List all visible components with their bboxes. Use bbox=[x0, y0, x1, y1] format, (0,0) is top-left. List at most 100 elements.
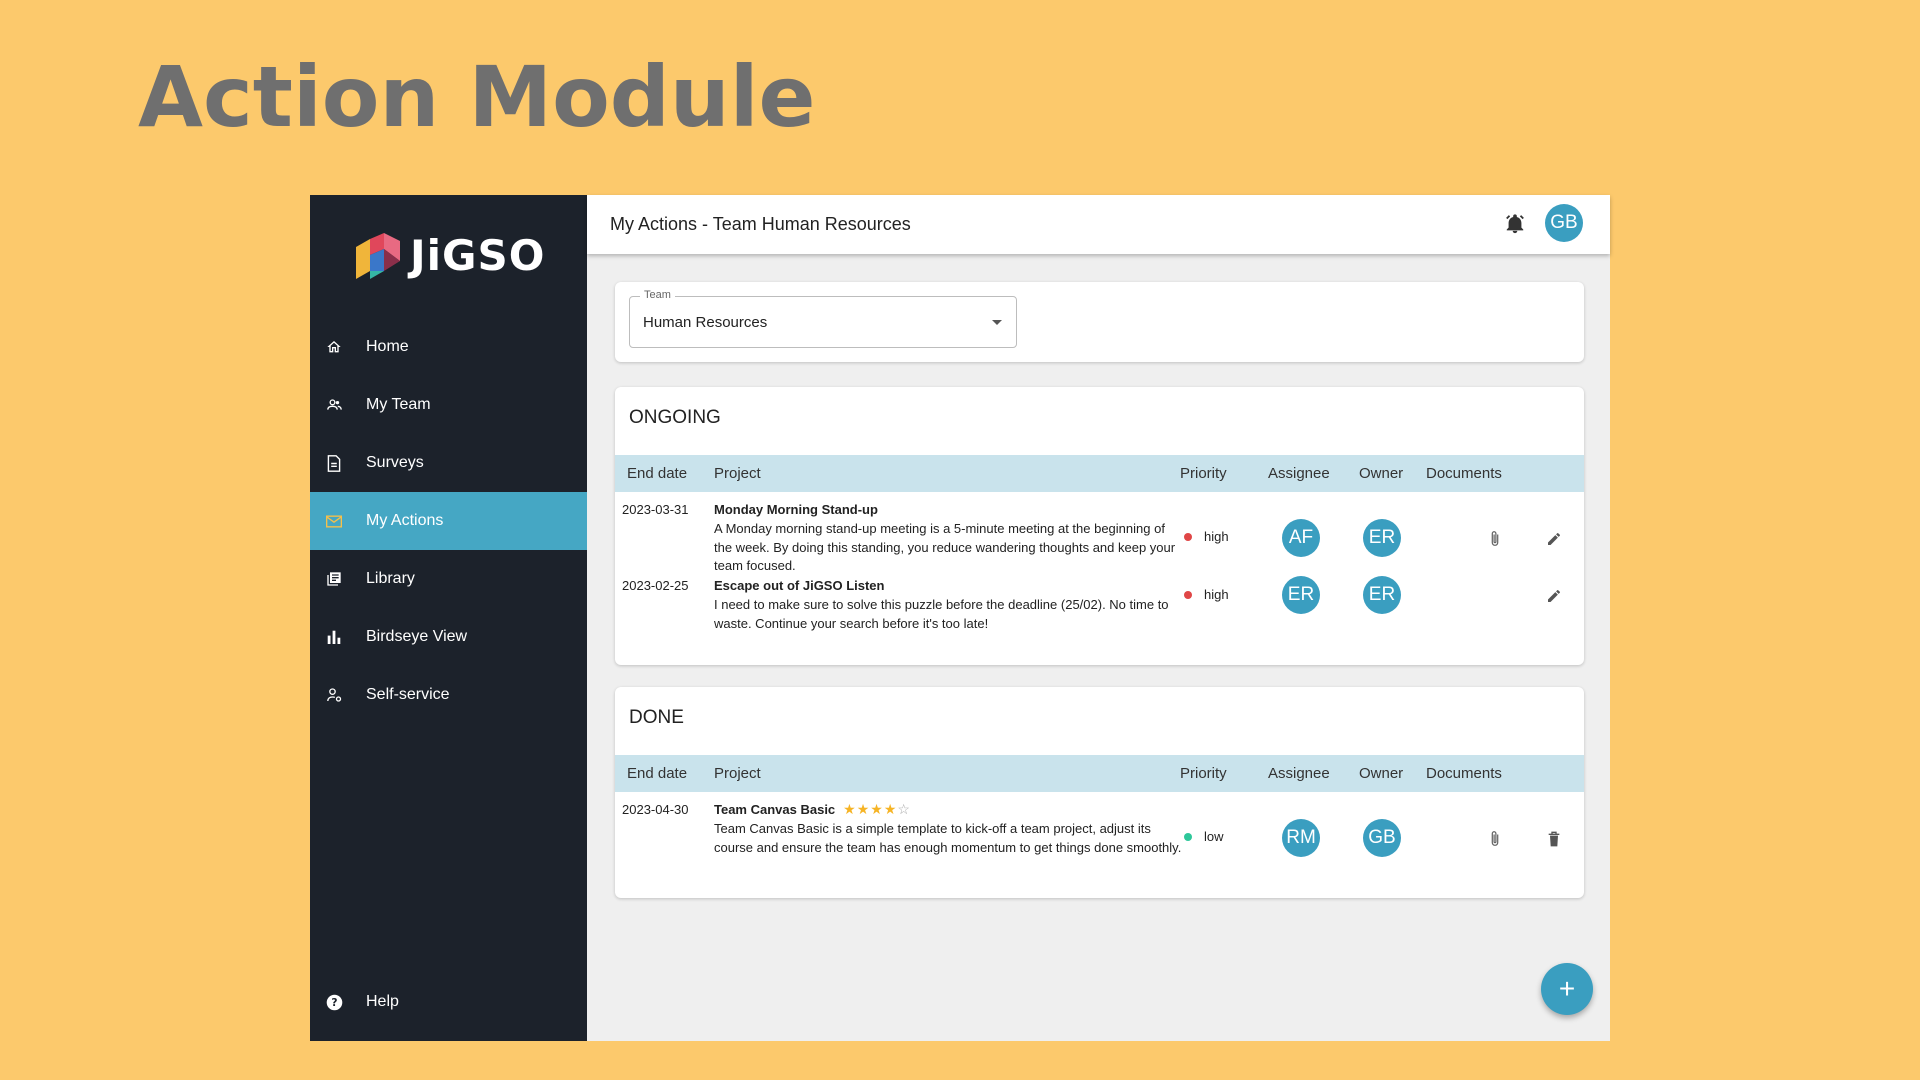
row-project-title: Team Canvas Basic ★ ★ ★ ★ ☆ bbox=[714, 801, 910, 818]
sidebar-item-birdseye-view[interactable]: Birdseye View bbox=[310, 608, 587, 666]
add-action-button[interactable]: + bbox=[1541, 963, 1593, 1015]
row-project-description: I need to make sure to solve this puzzle… bbox=[714, 597, 1169, 631]
edit-icon[interactable] bbox=[1546, 588, 1562, 609]
app-window: JiGSO Home My Team Surveys My Actions Li… bbox=[310, 195, 1610, 1041]
sidebar-item-label: My Team bbox=[366, 396, 431, 413]
table-row[interactable]: 2023-04-30 Team Canvas Basic ★ ★ ★ ★ ☆ T… bbox=[615, 792, 1584, 892]
attachment-icon[interactable] bbox=[1489, 830, 1501, 853]
column-header-owner[interactable]: Owner bbox=[1359, 765, 1403, 782]
row-project-name: Team Canvas Basic bbox=[714, 802, 836, 817]
logo[interactable]: JiGSO bbox=[356, 231, 545, 280]
library-icon bbox=[302, 571, 366, 587]
row-end-date: 2023-03-31 bbox=[622, 502, 689, 517]
attachment-icon[interactable] bbox=[1489, 530, 1501, 553]
star-filled-icon: ★ bbox=[843, 801, 856, 817]
priority-high-dot bbox=[1184, 590, 1192, 599]
team-select-label: Team bbox=[640, 289, 675, 301]
home-icon bbox=[302, 339, 366, 355]
sidebar-nav: Home My Team Surveys My Actions Library … bbox=[310, 318, 587, 724]
done-section: DONE End date Project Priority Assignee … bbox=[615, 687, 1584, 898]
row-end-date: 2023-02-25 bbox=[622, 578, 689, 593]
owner-avatar[interactable]: GB bbox=[1363, 819, 1401, 857]
row-project-description: Team Canvas Basic is a simple template t… bbox=[714, 821, 1182, 855]
row-project-name: Escape out of JiGSO Listen bbox=[714, 578, 885, 593]
column-header-end-date[interactable]: End date bbox=[627, 465, 687, 482]
column-header-project[interactable]: Project bbox=[714, 465, 761, 482]
column-header-priority[interactable]: Priority bbox=[1180, 765, 1227, 782]
sidebar-item-label: Birdseye View bbox=[366, 628, 468, 645]
edit-icon[interactable] bbox=[1546, 531, 1562, 552]
row-project-name: Monday Morning Stand-up bbox=[714, 502, 878, 517]
priority-high-dot bbox=[1184, 532, 1192, 541]
slide-title: Action Module bbox=[138, 48, 816, 146]
sidebar-item-help[interactable]: ? Help bbox=[310, 973, 587, 1031]
sidebar-item-library[interactable]: Library bbox=[310, 550, 587, 608]
owner-avatar[interactable]: ER bbox=[1363, 519, 1401, 557]
row-priority-label: low bbox=[1204, 829, 1224, 844]
rating-stars: ★ ★ ★ ★ ☆ bbox=[843, 801, 910, 818]
table-row[interactable]: 2023-02-25 Escape out of JiGSO Listen I … bbox=[615, 576, 1584, 648]
row-priority-label: high bbox=[1204, 587, 1229, 602]
bar-chart-icon bbox=[302, 630, 366, 644]
team-filter-card: Team Human Resources bbox=[615, 282, 1584, 362]
section-title: ONGOING bbox=[629, 407, 721, 428]
row-priority: low bbox=[1184, 829, 1224, 844]
column-header-documents[interactable]: Documents bbox=[1426, 465, 1502, 482]
page-title: My Actions - Team Human Resources bbox=[610, 214, 911, 234]
column-header-documents[interactable]: Documents bbox=[1426, 765, 1502, 782]
column-header-end-date[interactable]: End date bbox=[627, 765, 687, 782]
sidebar-item-label: Home bbox=[366, 338, 409, 355]
sidebar-item-surveys[interactable]: Surveys bbox=[310, 434, 587, 492]
star-filled-icon: ★ bbox=[856, 801, 870, 817]
sidebar-item-label: My Actions bbox=[366, 512, 444, 529]
column-header-owner[interactable]: Owner bbox=[1359, 465, 1403, 482]
mail-icon bbox=[302, 515, 366, 528]
section-title: DONE bbox=[629, 707, 684, 728]
row-priority: high bbox=[1184, 587, 1229, 602]
column-header-priority[interactable]: Priority bbox=[1180, 465, 1227, 482]
row-priority: high bbox=[1184, 529, 1229, 544]
star-filled-icon: ★ bbox=[883, 801, 897, 817]
star-filled-icon: ★ bbox=[870, 801, 883, 817]
row-end-date: 2023-04-30 bbox=[622, 802, 689, 817]
team-select-value: Human Resources bbox=[643, 314, 768, 331]
assignee-avatar[interactable]: AF bbox=[1282, 519, 1320, 557]
svg-text:?: ? bbox=[331, 996, 337, 1009]
table-header: End date Project Priority Assignee Owner… bbox=[615, 455, 1584, 492]
column-header-assignee[interactable]: Assignee bbox=[1268, 465, 1330, 482]
assignee-avatar[interactable]: RM bbox=[1282, 819, 1320, 857]
sidebar-item-label: Library bbox=[366, 570, 415, 587]
chevron-down-icon bbox=[992, 320, 1002, 325]
help-icon: ? bbox=[302, 994, 366, 1011]
delete-icon[interactable] bbox=[1547, 831, 1561, 852]
sidebar-item-my-actions[interactable]: My Actions bbox=[310, 492, 587, 550]
table-header: End date Project Priority Assignee Owner… bbox=[615, 755, 1584, 792]
sidebar-item-home[interactable]: Home bbox=[310, 318, 587, 376]
sidebar-item-my-team[interactable]: My Team bbox=[310, 376, 587, 434]
priority-low-dot bbox=[1184, 832, 1192, 841]
team-select[interactable]: Team Human Resources bbox=[629, 289, 1017, 348]
table-row[interactable]: 2023-03-31 Monday Morning Stand-up A Mon… bbox=[615, 492, 1584, 578]
team-icon bbox=[302, 397, 366, 413]
row-project-description: A Monday morning stand-up meeting is a 5… bbox=[714, 521, 1176, 573]
main-content: My Actions - Team Human Resources GB Tea… bbox=[587, 195, 1610, 1041]
top-bar: My Actions - Team Human Resources GB bbox=[587, 195, 1610, 254]
user-settings-icon bbox=[302, 687, 366, 703]
column-header-assignee[interactable]: Assignee bbox=[1268, 765, 1330, 782]
sidebar-item-self-service[interactable]: Self-service bbox=[310, 666, 587, 724]
sidebar: JiGSO Home My Team Surveys My Actions Li… bbox=[310, 195, 587, 1041]
document-icon bbox=[302, 454, 366, 472]
user-avatar[interactable]: GB bbox=[1545, 204, 1583, 242]
notification-bell-icon[interactable] bbox=[1504, 213, 1526, 240]
sidebar-item-label: Help bbox=[366, 993, 399, 1010]
assignee-avatar[interactable]: ER bbox=[1282, 576, 1320, 614]
logo-text: JiGSO bbox=[410, 231, 546, 280]
column-header-project[interactable]: Project bbox=[714, 765, 761, 782]
sidebar-item-label: Self-service bbox=[366, 686, 450, 703]
row-priority-label: high bbox=[1204, 529, 1229, 544]
owner-avatar[interactable]: ER bbox=[1363, 576, 1401, 614]
star-empty-icon: ☆ bbox=[897, 801, 910, 817]
ongoing-section: ONGOING End date Project Priority Assign… bbox=[615, 387, 1584, 665]
sidebar-item-label: Surveys bbox=[366, 454, 424, 471]
jigso-logo-icon bbox=[356, 232, 400, 279]
